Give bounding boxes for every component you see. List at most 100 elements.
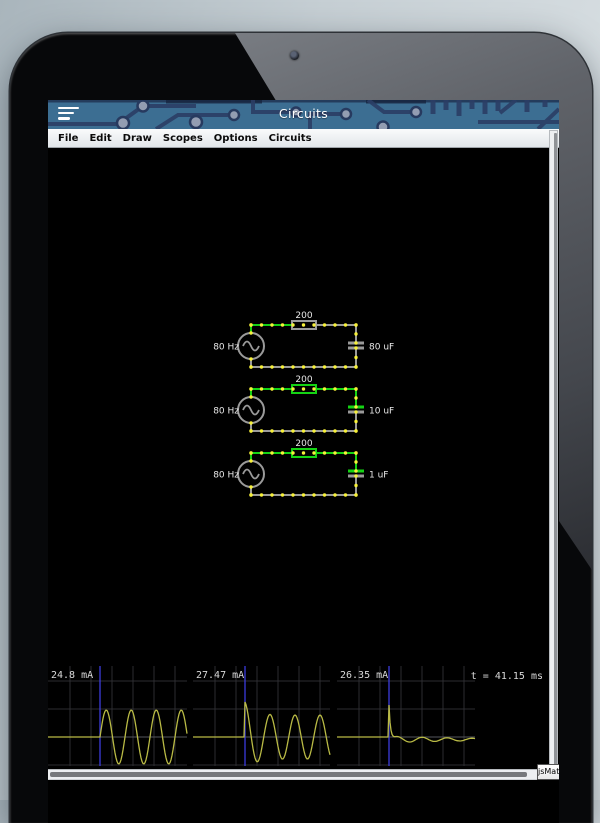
current-dot bbox=[333, 365, 336, 368]
frequency-label: 80 Hz bbox=[213, 343, 239, 353]
current-dot bbox=[344, 323, 347, 326]
simulation-canvas[interactable]: 80 Hz20080 uF80 Hz20010 uF80 Hz2001 uF24… bbox=[48, 149, 559, 823]
current-dot bbox=[344, 451, 347, 454]
scope-current-label: 26.35 mA bbox=[340, 670, 388, 681]
current-dot bbox=[354, 474, 357, 477]
current-dot bbox=[354, 332, 357, 335]
current-dot bbox=[354, 365, 357, 368]
current-dot bbox=[260, 451, 263, 454]
current-dot bbox=[270, 387, 273, 390]
current-dot bbox=[323, 493, 326, 496]
current-dot bbox=[302, 365, 305, 368]
current-dot bbox=[333, 451, 336, 454]
current-dot bbox=[249, 357, 252, 360]
current-dot bbox=[323, 365, 326, 368]
current-dot bbox=[354, 405, 357, 408]
app-header: Circuits bbox=[48, 100, 559, 129]
current-dot bbox=[302, 387, 305, 390]
current-dot bbox=[249, 323, 252, 326]
menu-item-circuits[interactable]: Circuits bbox=[269, 133, 312, 144]
circuit-2[interactable]: 80 Hz20010 uF bbox=[213, 375, 394, 433]
current-dot bbox=[312, 387, 315, 390]
front-camera bbox=[290, 51, 299, 60]
vertical-scrollbar-thumb[interactable] bbox=[554, 133, 557, 765]
current-dot bbox=[281, 429, 284, 432]
current-dot bbox=[312, 365, 315, 368]
capacitance-label: 80 uF bbox=[369, 343, 394, 353]
current-dot bbox=[270, 365, 273, 368]
horizontal-scrollbar[interactable] bbox=[48, 769, 537, 780]
current-dot bbox=[312, 451, 315, 454]
hamburger-bar bbox=[58, 117, 70, 119]
menu-item-draw[interactable]: Draw bbox=[123, 133, 152, 144]
current-dot bbox=[249, 429, 252, 432]
tablet-device-frame: Circuits File Edit Draw Scopes Options Circui… bbox=[10, 33, 592, 823]
menu-item-edit[interactable]: Edit bbox=[89, 133, 111, 144]
current-dot bbox=[354, 493, 357, 496]
circuit-1[interactable]: 80 Hz20080 uF bbox=[213, 311, 394, 369]
scope-current-label: 27.47 mA bbox=[196, 670, 244, 681]
current-dot bbox=[344, 493, 347, 496]
scope-panel-3[interactable]: 26.35 mA bbox=[337, 666, 475, 766]
current-dot bbox=[344, 429, 347, 432]
current-dot bbox=[333, 387, 336, 390]
current-dot bbox=[333, 323, 336, 326]
current-dot bbox=[249, 331, 252, 334]
scope-panel-1[interactable]: 24.8 mA bbox=[48, 666, 187, 766]
capacitance-label: 1 uF bbox=[369, 471, 388, 481]
current-dot bbox=[291, 323, 294, 326]
circuit-3[interactable]: 80 Hz 200 1 uF bbox=[213, 439, 388, 497]
current-dot bbox=[281, 387, 284, 390]
current-dot bbox=[354, 410, 357, 413]
current-dot bbox=[344, 365, 347, 368]
current-dot bbox=[354, 451, 357, 454]
current-dot bbox=[354, 356, 357, 359]
frequency-label: 80 Hz bbox=[213, 471, 239, 481]
menu-item-options[interactable]: Options bbox=[214, 133, 258, 144]
circuit-and-scope-svg[interactable]: 80 Hz20080 uF80 Hz20010 uF80 Hz2001 uF24… bbox=[48, 149, 559, 823]
current-dot bbox=[354, 420, 357, 423]
app-screen: Circuits File Edit Draw Scopes Options Circui… bbox=[48, 100, 559, 823]
current-dot bbox=[354, 387, 357, 390]
scope-trace bbox=[193, 702, 330, 762]
current-dot bbox=[249, 365, 252, 368]
current-dot bbox=[260, 323, 263, 326]
current-dot bbox=[323, 451, 326, 454]
current-dot bbox=[302, 429, 305, 432]
scope-panel-2[interactable]: 27.47 mA bbox=[193, 666, 330, 766]
current-dot bbox=[323, 323, 326, 326]
current-dot bbox=[270, 451, 273, 454]
current-dot bbox=[270, 429, 273, 432]
current-dot bbox=[354, 484, 357, 487]
horizontal-scrollbar-thumb[interactable] bbox=[50, 772, 527, 777]
current-dot bbox=[312, 493, 315, 496]
current-dot bbox=[333, 493, 336, 496]
jsmath-button[interactable]: jsMath bbox=[537, 764, 559, 780]
current-dot bbox=[281, 451, 284, 454]
current-dot bbox=[323, 429, 326, 432]
menu-item-file[interactable]: File bbox=[58, 133, 78, 144]
current-dot bbox=[249, 421, 252, 424]
current-dot bbox=[249, 395, 252, 398]
vertical-scrollbar[interactable] bbox=[549, 130, 558, 770]
current-dot bbox=[344, 387, 347, 390]
current-dot bbox=[260, 493, 263, 496]
current-dot bbox=[281, 493, 284, 496]
capacitance-label: 10 uF bbox=[369, 407, 394, 417]
simulation-time-label: t = 41.15 ms bbox=[471, 671, 543, 682]
resistance-label: 200 bbox=[295, 439, 312, 449]
current-dot bbox=[281, 365, 284, 368]
scope-trace bbox=[337, 705, 475, 742]
resistance-label: 200 bbox=[295, 375, 312, 385]
current-dot bbox=[354, 460, 357, 463]
current-dot bbox=[270, 493, 273, 496]
hamburger-bar bbox=[58, 112, 74, 114]
current-dot bbox=[312, 323, 315, 326]
current-dot bbox=[354, 429, 357, 432]
current-dot bbox=[249, 459, 252, 462]
current-dot bbox=[312, 429, 315, 432]
menu-item-scopes[interactable]: Scopes bbox=[163, 133, 203, 144]
menu-hamburger-icon[interactable] bbox=[58, 107, 82, 123]
current-dot bbox=[281, 323, 284, 326]
current-dot bbox=[291, 451, 294, 454]
